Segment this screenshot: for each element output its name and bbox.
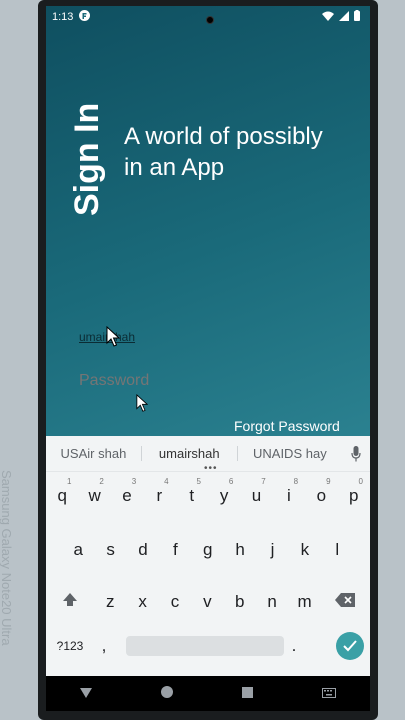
front-camera bbox=[206, 16, 214, 24]
keyboard-row-1: q1 w2 e3 r4 t5 y6 u7 i8 o9 p0 bbox=[46, 477, 370, 506]
on-screen-keyboard: USAir shah umairshah UNAIDS hay ••• q1 w… bbox=[46, 436, 370, 676]
key-n[interactable]: n bbox=[256, 592, 288, 613]
wifi-icon bbox=[322, 11, 334, 24]
battery-icon bbox=[354, 10, 360, 24]
key-k[interactable]: k bbox=[289, 540, 321, 560]
suggestion-2[interactable]: umairshah bbox=[142, 446, 238, 461]
key-d[interactable]: d bbox=[127, 540, 159, 560]
key-l[interactable]: l bbox=[321, 540, 353, 560]
forgot-password-link[interactable]: Forgot Password bbox=[234, 418, 340, 434]
shift-icon[interactable] bbox=[46, 592, 94, 613]
key-b[interactable]: b bbox=[224, 592, 256, 613]
password-input[interactable] bbox=[79, 368, 259, 394]
backspace-icon[interactable] bbox=[321, 592, 369, 613]
key-h[interactable]: h bbox=[224, 540, 256, 560]
key-m[interactable]: m bbox=[288, 592, 320, 613]
key-comma[interactable]: , bbox=[94, 636, 114, 656]
key-o[interactable]: o9 bbox=[305, 477, 337, 506]
key-c[interactable]: c bbox=[159, 592, 191, 613]
key-j[interactable]: j bbox=[256, 540, 288, 560]
key-t[interactable]: t5 bbox=[176, 477, 208, 506]
key-p[interactable]: p0 bbox=[338, 477, 370, 506]
key-u[interactable]: u7 bbox=[240, 477, 272, 506]
symbols-key[interactable]: ?123 bbox=[46, 639, 94, 653]
phone-screen: 1:13 Sign In A world of possibly in an A… bbox=[46, 6, 370, 711]
key-z[interactable]: z bbox=[94, 592, 126, 613]
recents-icon[interactable] bbox=[241, 685, 253, 703]
keyboard-row-2: a s d f g h j k l bbox=[46, 540, 370, 560]
app-tagline: A world of possibly in an App bbox=[124, 123, 323, 181]
suggestion-1[interactable]: USAir shah bbox=[46, 446, 142, 461]
space-bar[interactable] bbox=[126, 636, 284, 656]
keyboard-row-4: ?123 , . bbox=[46, 632, 370, 660]
sign-in-screen: 1:13 Sign In A world of possibly in an A… bbox=[46, 6, 370, 436]
key-g[interactable]: g bbox=[192, 540, 224, 560]
device-label: Samsung Galaxy Note20 Ultra bbox=[0, 470, 14, 646]
navigation-bar bbox=[46, 676, 370, 711]
checkmark-icon bbox=[343, 640, 357, 652]
key-f[interactable]: f bbox=[159, 540, 191, 560]
back-icon[interactable] bbox=[80, 685, 93, 703]
key-w[interactable]: w2 bbox=[78, 477, 110, 506]
sign-in-title: Sign In bbox=[68, 102, 106, 216]
keyboard-row-3: z x c v b n m bbox=[46, 592, 370, 613]
app-notification-icon bbox=[79, 10, 91, 24]
home-icon[interactable] bbox=[161, 685, 174, 703]
key-y[interactable]: y6 bbox=[208, 477, 240, 506]
key-i[interactable]: i8 bbox=[273, 477, 305, 506]
key-e[interactable]: e3 bbox=[111, 477, 143, 506]
mouse-pointer-icon bbox=[106, 325, 121, 353]
key-r[interactable]: r4 bbox=[143, 477, 175, 506]
mouse-pointer-icon bbox=[136, 393, 149, 418]
key-x[interactable]: x bbox=[126, 592, 158, 613]
key-period[interactable]: . bbox=[284, 636, 304, 656]
keyboard-switch-icon[interactable] bbox=[321, 685, 336, 703]
microphone-icon[interactable] bbox=[342, 445, 370, 462]
key-a[interactable]: a bbox=[62, 540, 94, 560]
key-v[interactable]: v bbox=[191, 592, 223, 613]
key-q[interactable]: q1 bbox=[46, 477, 78, 506]
username-input[interactable] bbox=[79, 326, 199, 348]
signal-icon bbox=[339, 10, 349, 24]
suggestion-dots-icon: ••• bbox=[204, 463, 218, 474]
key-s[interactable]: s bbox=[94, 540, 126, 560]
suggestion-bar: USAir shah umairshah UNAIDS hay ••• bbox=[46, 436, 370, 474]
status-time: 1:13 bbox=[52, 11, 74, 23]
suggestion-3[interactable]: UNAIDS hay bbox=[238, 446, 342, 461]
enter-key[interactable] bbox=[336, 632, 364, 660]
